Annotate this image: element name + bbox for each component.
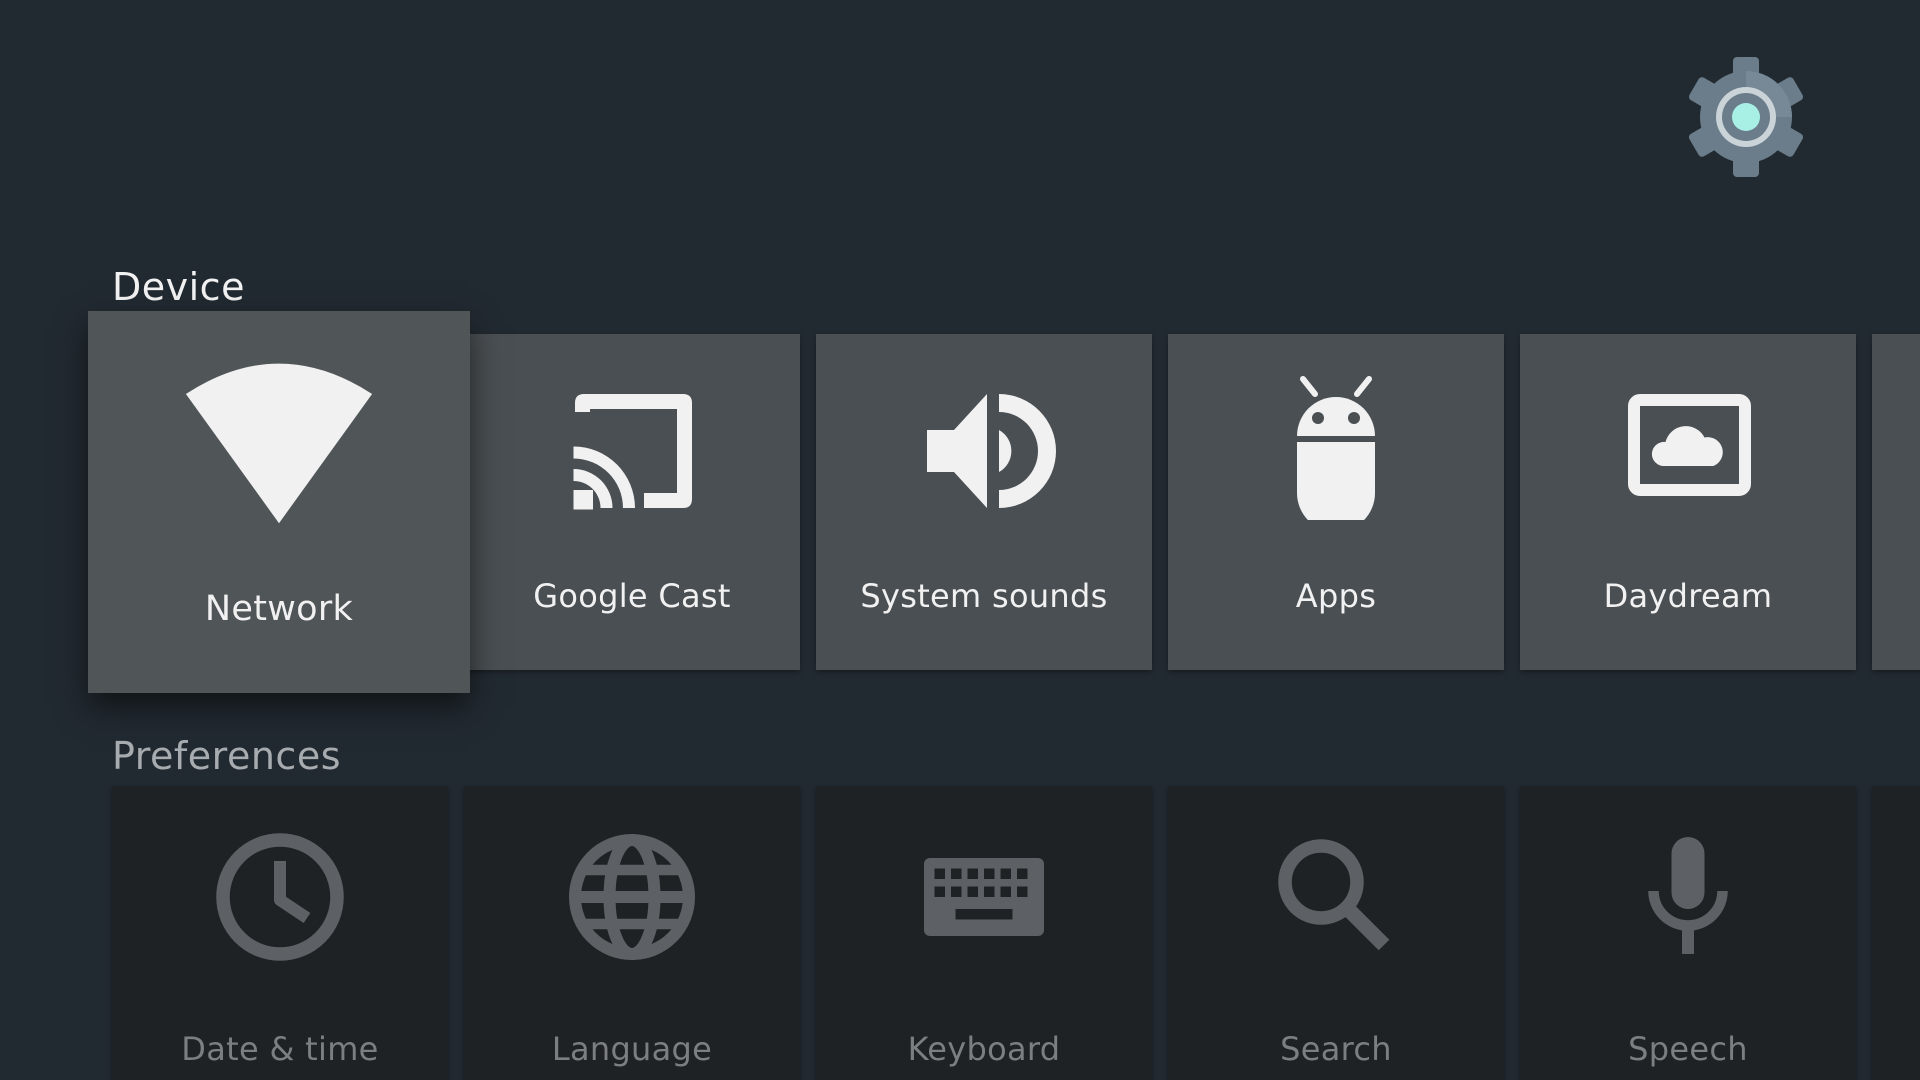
preferences-tile-language[interactable]: Language: [464, 786, 800, 1080]
preferences-tile-date-time[interactable]: Date & time: [112, 786, 448, 1080]
preferences-tile-label: Keyboard: [907, 1030, 1061, 1068]
speaker-icon: [927, 394, 1056, 508]
device-tile-label: System sounds: [860, 577, 1108, 615]
preferences-tile-label: Date & time: [181, 1030, 379, 1068]
device-tile-label: Apps: [1295, 577, 1377, 615]
preferences-tile-keyboard[interactable]: Keyboard: [816, 786, 1152, 1080]
preferences-section-title: Preferences: [112, 734, 341, 778]
device-tile-label: Network: [204, 589, 354, 629]
clock-icon: [216, 833, 344, 961]
preferences-tile-speech[interactable]: Speech: [1520, 786, 1856, 1080]
wifi-icon: [185, 363, 373, 524]
preferences-tile-label: Language: [551, 1030, 713, 1068]
preferences-row: Date & time Language Keyboard Search Spe…: [0, 0, 1920, 1080]
device-tile-label: Daydream: [1603, 577, 1773, 615]
device-tile-system-sounds[interactable]: System sounds: [816, 334, 1152, 670]
device-tile-daydream[interactable]: Daydream: [1520, 334, 1856, 670]
device-tile-label: Google Cast: [533, 577, 731, 615]
device-tile-network[interactable]: Network: [88, 311, 470, 693]
preferences-tile-label: Speech: [1628, 1030, 1748, 1068]
cast-icon: [573, 394, 692, 510]
preferences-tile-search[interactable]: Search: [1168, 786, 1504, 1080]
search-icon: [1278, 839, 1390, 951]
android-icon: [1297, 376, 1375, 520]
settings-screen: Device Network Google Cast System sounds…: [0, 0, 1920, 1080]
keyboard-icon: [924, 858, 1044, 936]
device-tile-google-cast[interactable]: Google Cast: [464, 334, 800, 670]
preferences-tile-label: Search: [1280, 1030, 1392, 1068]
preferences-tile-more[interactable]: [1872, 786, 1920, 1080]
device-tile-apps[interactable]: Apps: [1168, 334, 1504, 670]
globe-icon: [569, 834, 695, 960]
microphone-icon: [1648, 837, 1728, 954]
daydream-icon: [1628, 394, 1751, 496]
device-tile-more[interactable]: [1872, 334, 1920, 670]
